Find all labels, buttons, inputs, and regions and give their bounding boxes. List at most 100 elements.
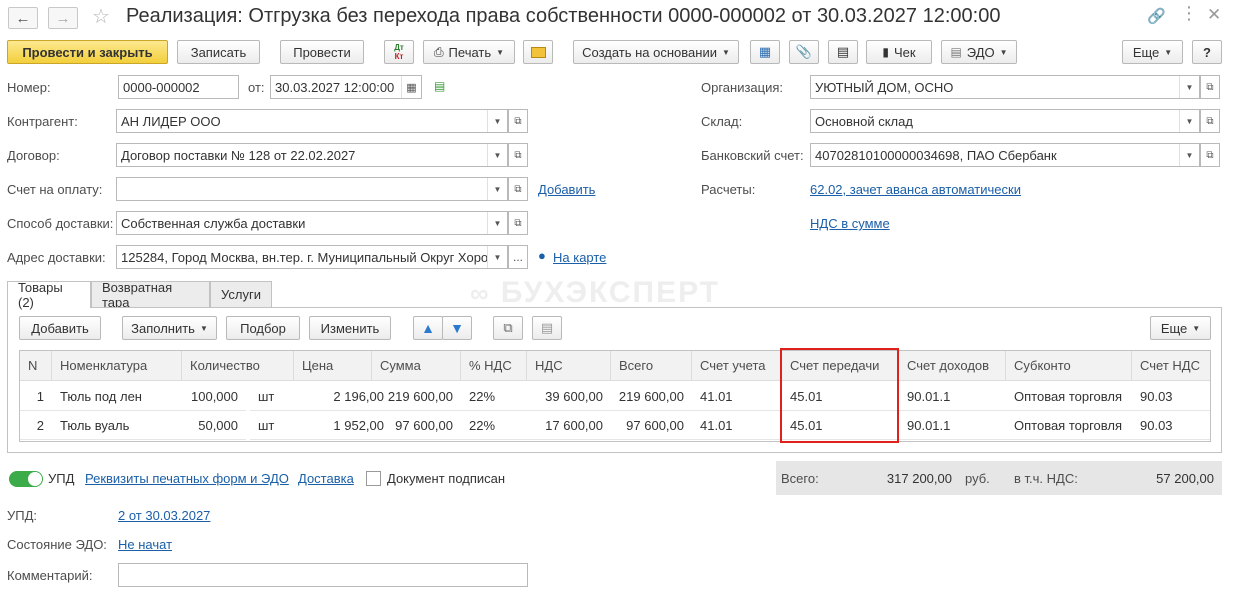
column-header[interactable]: N [20,351,52,381]
edo-button[interactable]: ▤ ЭДО ▼ [941,40,1017,64]
sum[interactable]: 97 600,00 [372,411,461,440]
column-header[interactable]: Сумма [372,351,461,381]
column-header[interactable]: % НДС [461,351,527,381]
organization-field[interactable]: УЮТНЫЙ ДОМ, ОСНО ▼ [810,75,1200,99]
income-account[interactable]: 90.01.1 [899,382,1006,411]
chevron-down-icon[interactable]: ▼ [487,212,507,234]
address-select-button[interactable]: ... [508,245,528,269]
date-field[interactable]: 30.03.2027 12:00:00 ▦ [270,75,422,99]
vat-account[interactable]: 90.03 [1132,382,1210,411]
chevron-down-icon[interactable]: ▼ [487,144,507,166]
forward-button[interactable]: → [48,7,78,29]
email-button[interactable] [523,40,553,64]
signed-checkbox[interactable] [366,471,381,486]
total[interactable]: 97 600,00 [611,411,692,440]
attach-button[interactable]: 📎 [789,40,819,64]
dt-kt-button[interactable]: Дт Кт [384,40,414,64]
select-button[interactable]: Подбор [226,316,300,340]
map-link[interactable]: На карте [553,250,606,265]
unit[interactable]: шт [250,411,294,440]
upd-link[interactable]: 2 от 30.03.2027 [118,508,210,523]
delivery-method-open-button[interactable]: ⧉ [508,211,528,235]
tab-goods[interactable]: Товары (2) [7,280,91,310]
column-header[interactable]: Всего [611,351,692,381]
table-more-button[interactable]: Еще ▼ [1150,316,1211,340]
bank-account-open-button[interactable]: ⧉ [1200,143,1220,167]
chevron-down-icon[interactable]: ▼ [1179,144,1199,166]
chevron-down-icon[interactable]: ▼ [487,110,507,132]
post-button[interactable]: Провести [280,40,364,64]
organization-open-button[interactable]: ⧉ [1200,75,1220,99]
link-icon[interactable]: 🔗 [1147,7,1166,25]
write-button[interactable]: Записать [177,40,260,64]
structure-button[interactable]: ▦ [750,40,780,64]
tab-services[interactable]: Услуги [210,281,272,307]
report-button[interactable]: ▤ [828,40,858,64]
warehouse-field[interactable]: Основной склад ▼ [810,109,1200,133]
fill-button[interactable]: Заполнить ▼ [122,316,217,340]
bank-account-field[interactable]: 40702810100000034698, ПАО Сбербанк ▼ [810,143,1200,167]
vat[interactable]: 39 600,00 [527,382,611,411]
column-header[interactable]: Счет учета [692,351,782,381]
invoice-open-button[interactable]: ⧉ [508,177,528,201]
comment-field[interactable] [118,563,528,587]
paste-button[interactable]: ▤ [532,316,562,340]
more-vertical-icon[interactable]: ⋮ [1180,3,1198,24]
create-based-on-button[interactable]: Создать на основании ▼ [573,40,739,64]
column-header[interactable]: Счет доходов [899,351,1006,381]
vat-link[interactable]: НДС в сумме [810,216,890,231]
subconto[interactable]: Оптовая торговля [1006,411,1132,440]
income-account[interactable]: 90.01.1 [899,411,1006,440]
more-button[interactable]: Еще ▼ [1122,40,1183,64]
column-header[interactable]: Цена [294,351,372,381]
add-invoice-link[interactable]: Добавить [538,182,595,197]
item-name[interactable]: Тюль под лен [52,382,182,411]
column-header[interactable]: Субконто [1006,351,1132,381]
chevron-down-icon[interactable]: ▼ [1179,110,1199,132]
print-button[interactable]: ⎙ Печать ▼ [423,40,515,64]
settlements-link[interactable]: 62.02, зачет аванса автоматически [810,182,1021,197]
unit[interactable]: шт [250,382,294,411]
delivery-address-field[interactable]: 125284, Город Москва, вн.тер. г. Муницип… [116,245,508,269]
column-header[interactable]: Количество [182,351,294,381]
account[interactable]: 41.01 [692,411,782,440]
vat-rate[interactable]: 22% [461,382,527,411]
print-forms-link[interactable]: Реквизиты печатных форм и ЭДО [85,471,289,486]
tab-returnable-packaging[interactable]: Возвратная тара [91,280,210,310]
number-field[interactable]: 0000-000002 [118,75,239,99]
chevron-down-icon[interactable]: ▼ [1179,76,1199,98]
move-down-button[interactable]: ▼ [442,316,472,340]
quantity[interactable]: 100,000 [182,382,246,411]
chevron-down-icon[interactable]: ▼ [487,246,507,268]
quantity[interactable]: 50,000 [182,411,246,440]
subconto[interactable]: Оптовая торговля [1006,382,1132,411]
column-header[interactable]: Номенклатура [52,351,182,381]
post-and-close-button[interactable]: Провести и закрыть [7,40,168,64]
star-icon[interactable]: ☆ [92,4,110,29]
help-button[interactable]: ? [1192,40,1222,64]
invoice-field[interactable]: ▼ [116,177,508,201]
contract-field[interactable]: Договор поставки № 128 от 22.02.2027 ▼ [116,143,508,167]
column-header[interactable]: Счет НДС [1132,351,1210,381]
delivery-method-field[interactable]: Собственная служба доставки ▼ [116,211,508,235]
copy-button[interactable]: ⧉ [493,316,523,340]
counterparty-field[interactable]: АН ЛИДЕР ООО ▼ [116,109,508,133]
vat-account[interactable]: 90.03 [1132,411,1210,440]
calendar-icon[interactable]: ▦ [401,76,421,98]
transfer-account[interactable]: 45.01 [782,411,899,440]
move-up-button[interactable]: ▲ [413,316,443,340]
upd-toggle[interactable] [9,471,43,487]
check-button[interactable]: ▮ Чек [866,40,932,64]
add-row-button[interactable]: Добавить [19,316,101,340]
account[interactable]: 41.01 [692,382,782,411]
chevron-down-icon[interactable]: ▼ [487,178,507,200]
transfer-account[interactable]: 45.01 [782,382,899,411]
column-header[interactable]: НДС [527,351,611,381]
delivery-link[interactable]: Доставка [298,471,354,486]
contract-open-button[interactable]: ⧉ [508,143,528,167]
close-icon[interactable]: ✕ [1207,5,1221,25]
vat[interactable]: 17 600,00 [527,411,611,440]
item-name[interactable]: Тюль вуаль [52,411,182,440]
sum[interactable]: 219 600,00 [372,382,461,411]
total[interactable]: 219 600,00 [611,382,692,411]
